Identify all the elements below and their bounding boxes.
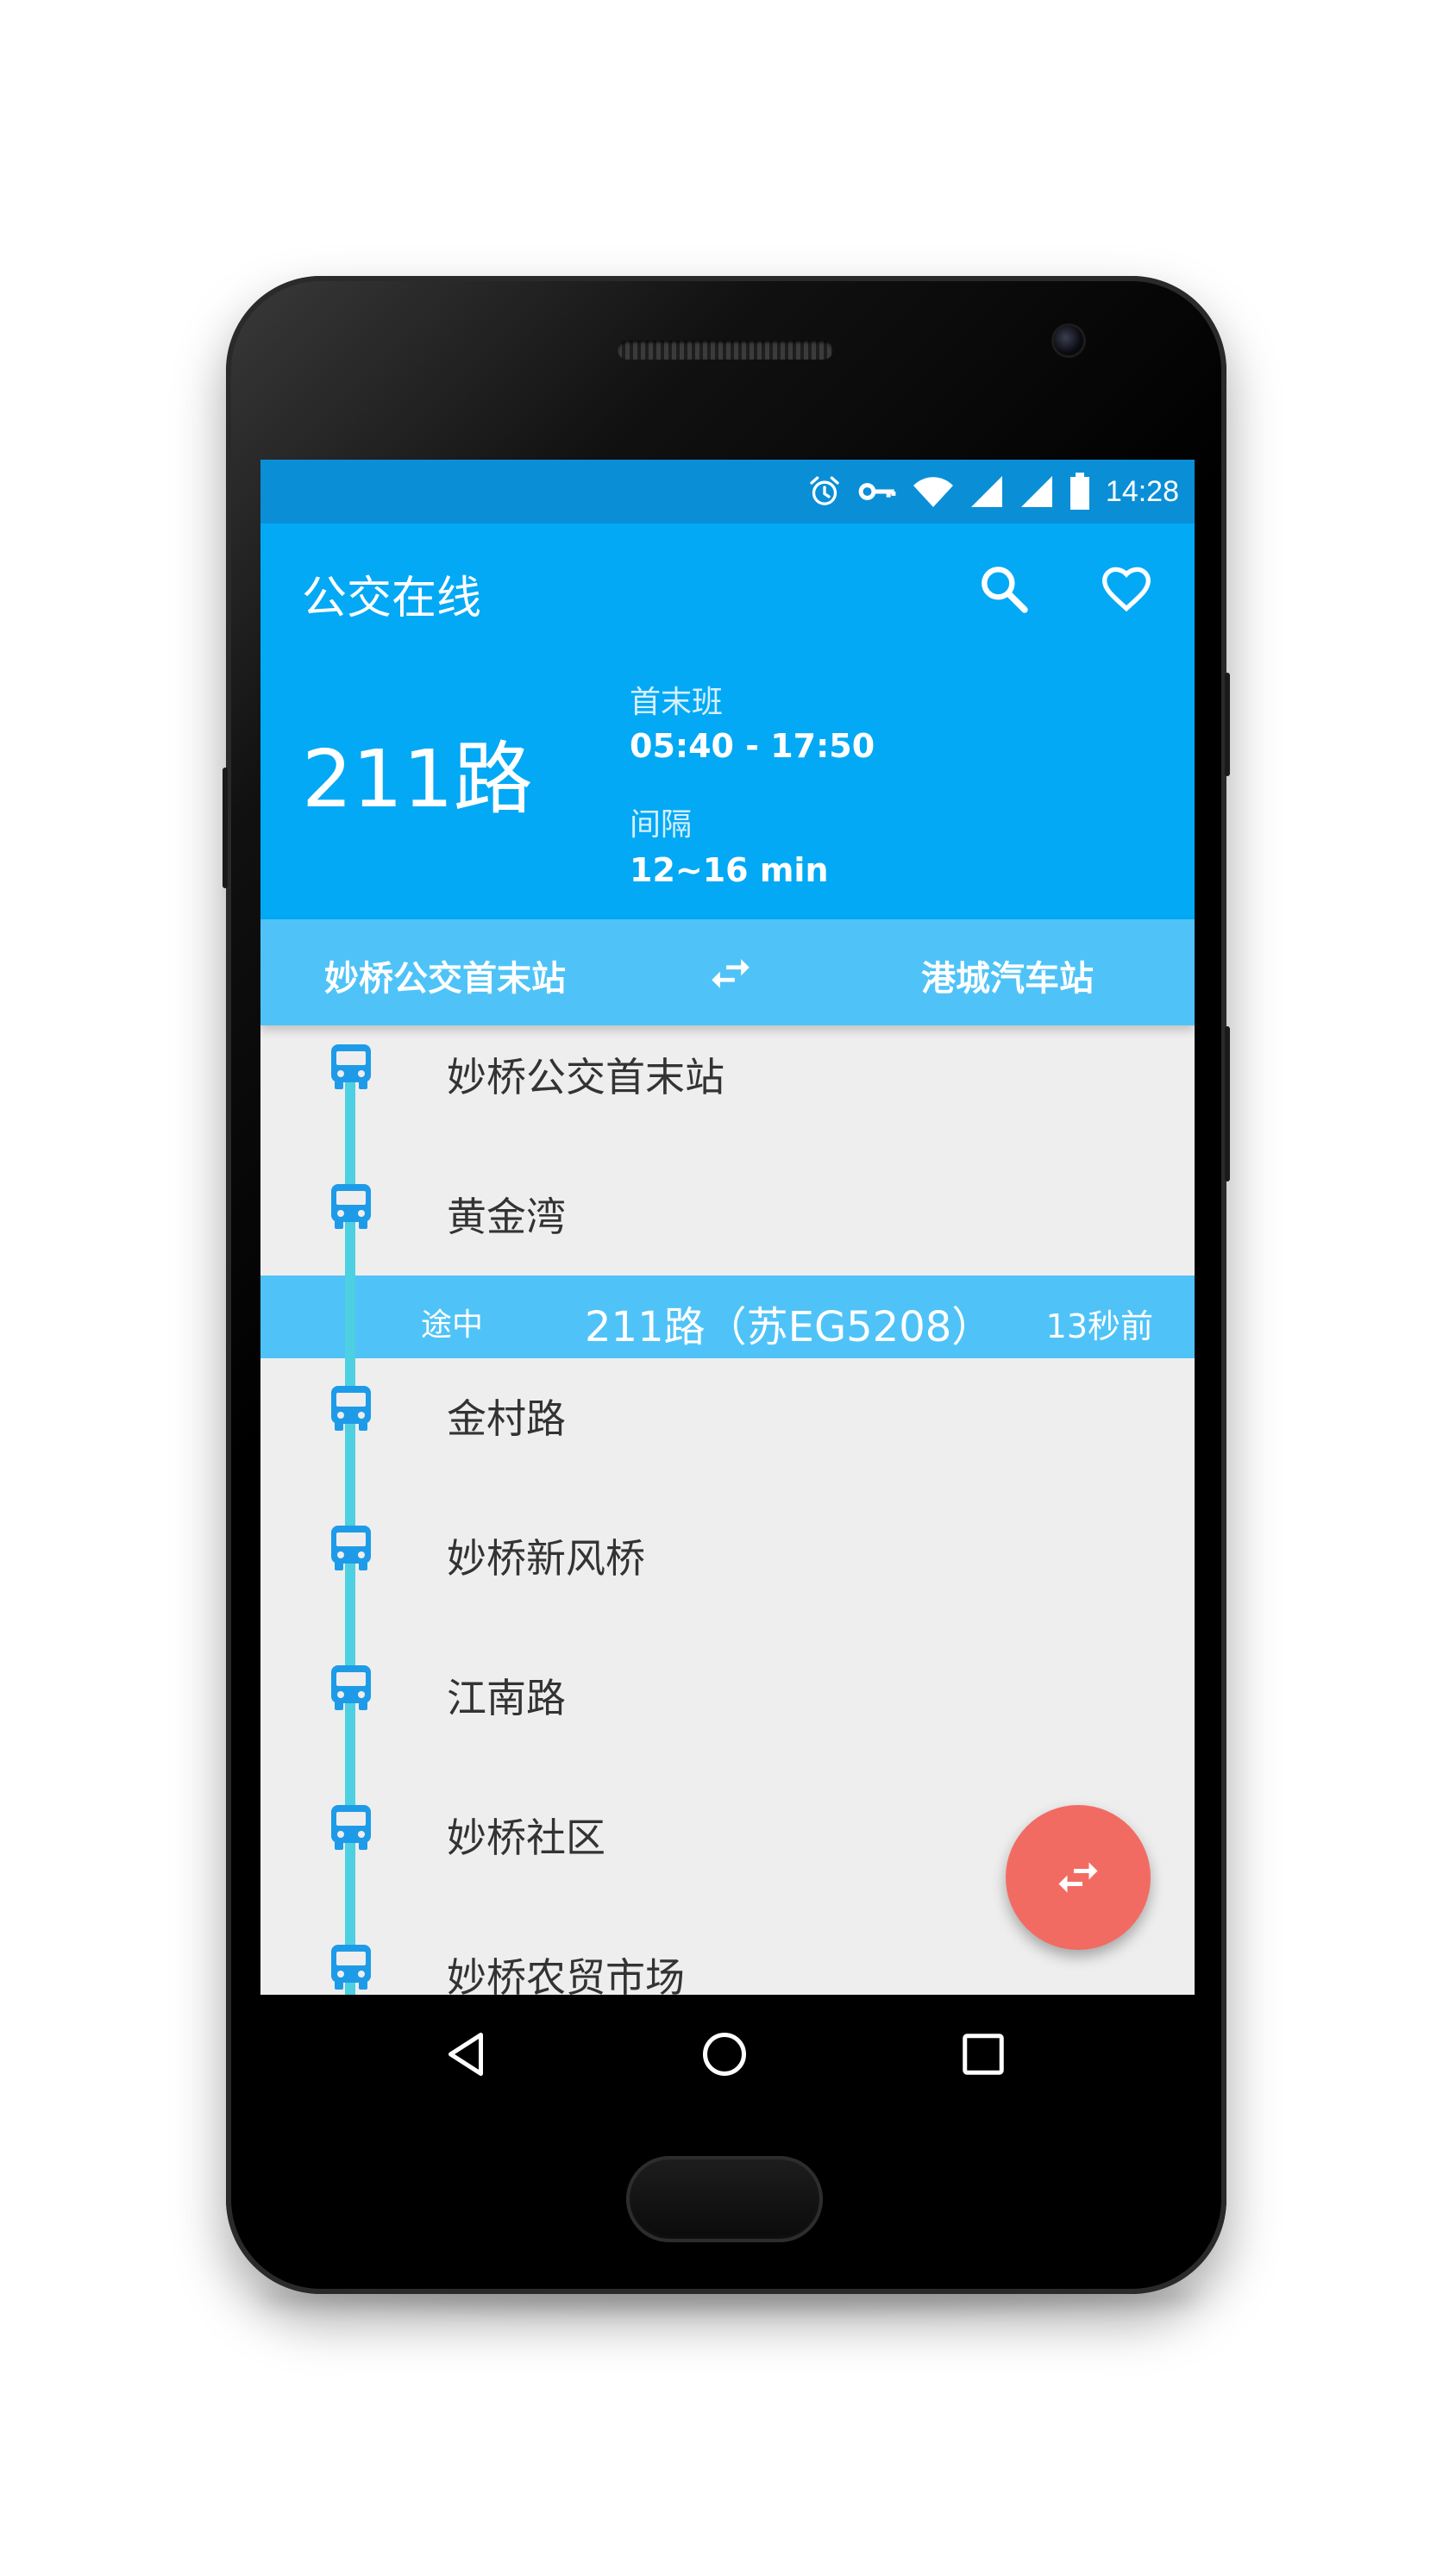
route-timeline-segment: [345, 1275, 355, 1358]
direction-from[interactable]: 妙桥公交首末站: [324, 950, 566, 1000]
station-item[interactable]: 黄金湾: [260, 1165, 1195, 1251]
heart-icon[interactable]: [1099, 561, 1154, 617]
bus-icon: [331, 1526, 371, 1570]
station-name: 妙桥农贸市场: [447, 1954, 685, 1995]
bus-icon: [331, 1044, 371, 1089]
station-name: 金村路: [447, 1395, 566, 1442]
swap-horiz-icon[interactable]: [706, 949, 756, 999]
station-name: 妙桥公交首末站: [447, 1054, 724, 1100]
station-name: 妙桥新风桥: [447, 1535, 645, 1582]
interval-value: 12~16 min: [630, 851, 829, 889]
bus-icon: [331, 1386, 371, 1431]
vpn-key-icon: [858, 483, 896, 500]
bus-icon: [331, 1945, 371, 1990]
signal-icon: [1020, 476, 1052, 507]
alarm-icon: [810, 476, 839, 505]
back-icon[interactable]: [440, 2028, 492, 2080]
station-item[interactable]: 妙桥公交首末站: [260, 1025, 1195, 1112]
recents-icon[interactable]: [957, 2028, 1009, 2080]
schedule-value: 05:40 - 17:50: [630, 727, 875, 765]
wifi-icon: [913, 477, 953, 507]
bus-icon: [331, 1184, 371, 1229]
phone-screen: 14:28 公交在线 211路 首末班 05:40 - 17:50 间隔 12~…: [260, 460, 1195, 1995]
direction-to[interactable]: 港城汽车站: [921, 950, 1094, 1000]
alert-slider: [223, 768, 228, 888]
search-icon[interactable]: [976, 561, 1032, 617]
status-bar: 14:28: [260, 460, 1195, 523]
transit-status: 途中: [421, 1307, 484, 1343]
earpiece-speaker: [618, 341, 833, 360]
direction-bar: 妙桥公交首末站 港城汽车站: [260, 919, 1195, 1025]
home-icon[interactable]: [699, 2028, 750, 2080]
swap-direction-fab[interactable]: [1006, 1805, 1151, 1950]
bus-icon: [331, 1665, 371, 1710]
station-item[interactable]: 金村路: [260, 1367, 1195, 1453]
status-time: 14:28: [1105, 474, 1179, 508]
hardware-home-key[interactable]: [626, 2156, 823, 2242]
in-transit-bar[interactable]: 途中 211路（苏EG5208） 13秒前: [260, 1275, 1195, 1358]
stage: 14:28 公交在线 211路 首末班 05:40 - 17:50 间隔 12~…: [0, 0, 1449, 2576]
volume-button: [1225, 673, 1230, 776]
transit-bus-plate: 211路（苏EG5208）: [585, 1303, 994, 1351]
swap-horiz-icon: [1058, 1862, 1098, 1893]
battery-icon: [1070, 473, 1089, 510]
interval-label: 间隔: [630, 807, 693, 843]
station-name: 黄金湾: [447, 1194, 566, 1240]
station-name: 江南路: [447, 1675, 566, 1721]
front-camera: [1054, 326, 1083, 355]
status-icons: 14:28: [807, 472, 1179, 511]
transit-time-ago: 13秒前: [1045, 1307, 1153, 1345]
station-name: 妙桥社区: [447, 1814, 605, 1861]
station-item[interactable]: 江南路: [260, 1646, 1195, 1733]
app-title: 公交在线: [302, 573, 482, 624]
schedule-label: 首末班: [630, 685, 724, 720]
signal-icon: [970, 476, 1002, 507]
power-button: [1225, 1026, 1230, 1181]
station-item[interactable]: 妙桥新风桥: [260, 1507, 1195, 1593]
bus-icon: [331, 1805, 371, 1850]
route-name: 211路: [302, 733, 533, 825]
route-header: 公交在线 211路 首末班 05:40 - 17:50 间隔 12~16 min: [260, 523, 1195, 919]
